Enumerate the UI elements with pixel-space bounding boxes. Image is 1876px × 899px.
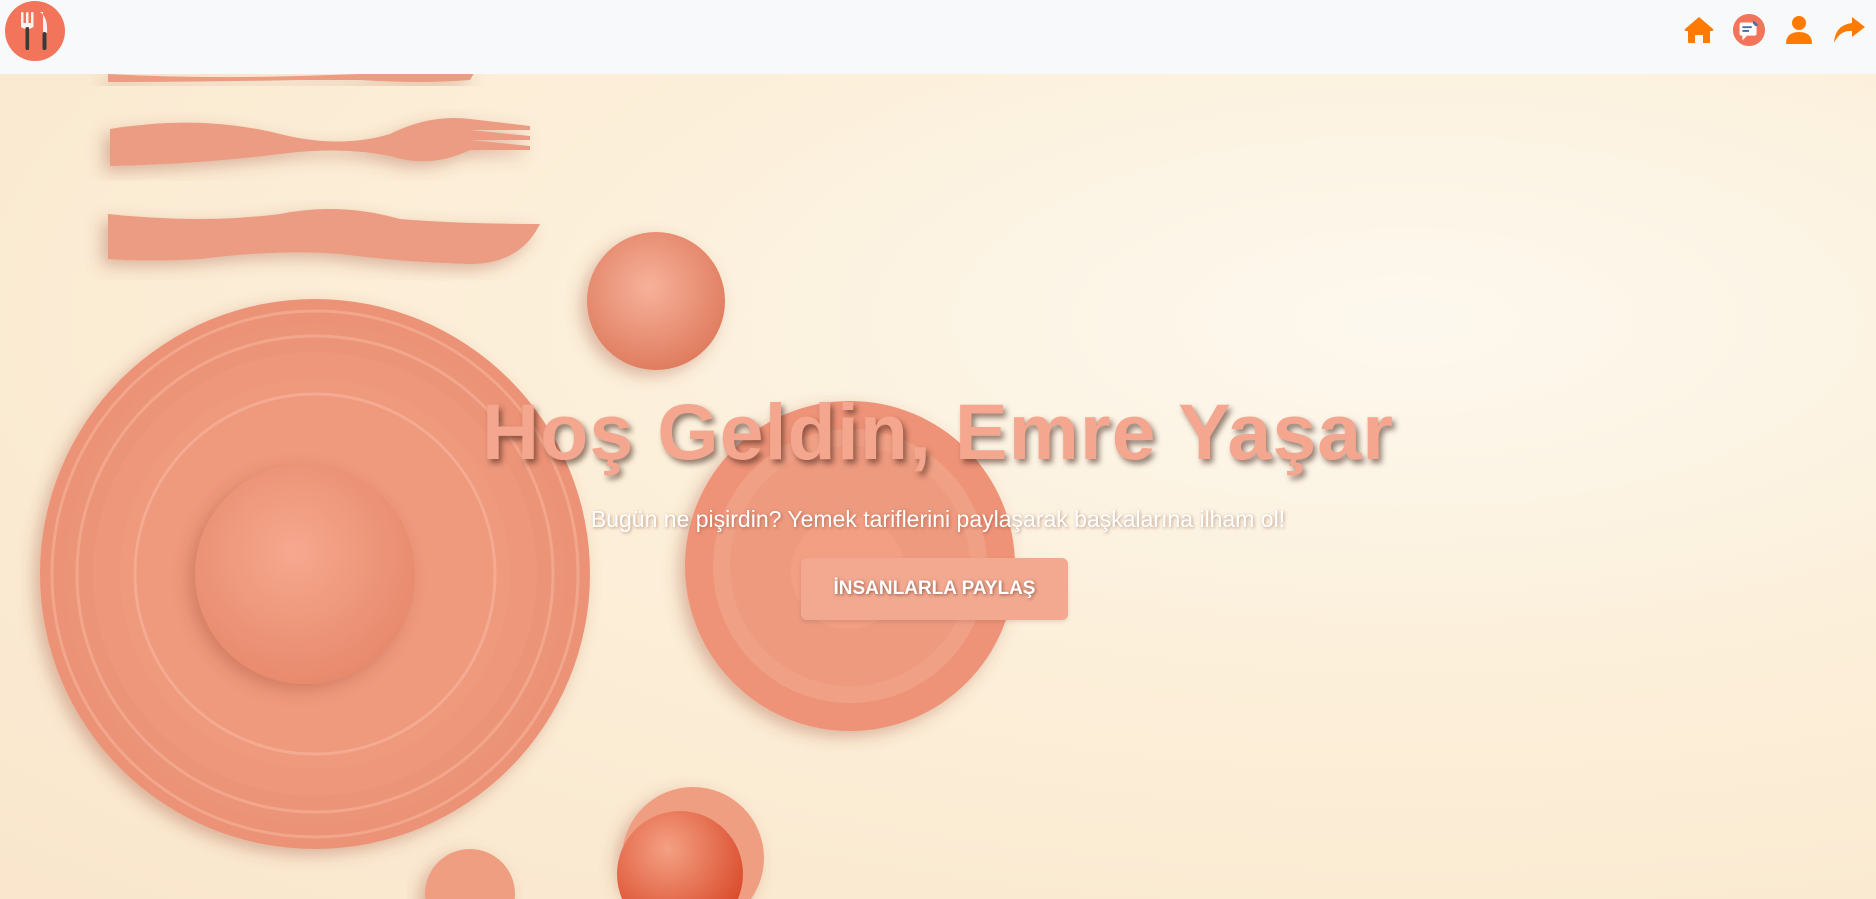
chat-icon (1732, 13, 1766, 47)
home-icon (1684, 17, 1714, 43)
hero-banner: Hoş Geldin, Emre Yaşar Bugün ne pişirdin… (0, 74, 1876, 899)
messages-button[interactable] (1732, 12, 1766, 48)
welcome-title: Hoş Geldin, Emre Yaşar (482, 387, 1394, 476)
share-arrow-icon (1834, 17, 1865, 43)
user-icon (1786, 16, 1812, 44)
welcome-subtitle: Bugün ne pişirdin? Yemek tariflerini pay… (590, 506, 1286, 532)
home-button[interactable] (1682, 12, 1716, 48)
profile-button[interactable] (1782, 12, 1816, 48)
top-navbar (0, 0, 1876, 74)
app-logo[interactable] (5, 1, 65, 61)
share-with-people-button[interactable]: İNSANLARLA PAYLAŞ (801, 558, 1068, 620)
fork-knife-icon (21, 12, 48, 50)
logout-button[interactable] (1832, 12, 1866, 48)
